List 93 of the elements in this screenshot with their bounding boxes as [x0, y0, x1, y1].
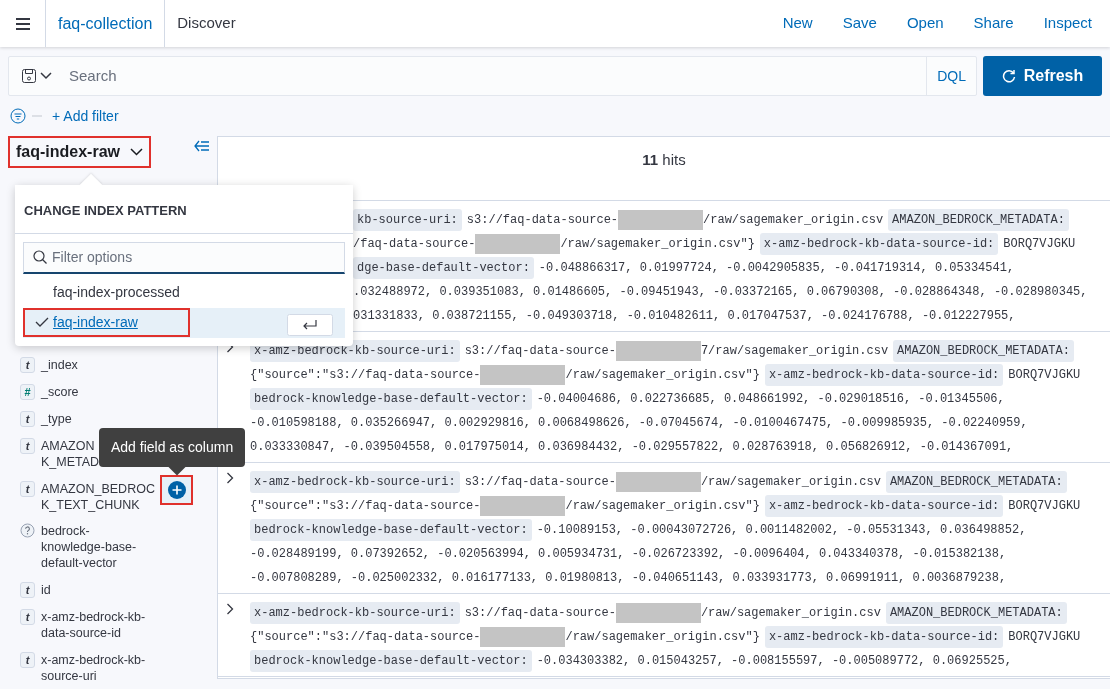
index-pattern-picker[interactable]: faq-index-raw: [8, 136, 151, 168]
add-filter-link[interactable]: + Add filter: [52, 105, 119, 127]
menu-link[interactable]: Share: [973, 12, 1014, 35]
search-icon: [32, 249, 48, 265]
hits-count: 11 hits: [642, 150, 686, 170]
field-value: -0.010598188, 0.035266947, 0.002929816, 0.0068498626, -0.07045674, -0.0100467475, -0.009985935, -0.02240959,: [250, 415, 1028, 432]
menu-icon[interactable]: [14, 16, 31, 31]
field-label: AMAZON_BEDROCK_METADATA:: [888, 209, 1069, 231]
index-pattern-option[interactable]: faq-index-raw: [23, 308, 190, 337]
index-pattern-option[interactable]: faq-index-processed: [23, 278, 232, 307]
refresh-button[interactable]: Refresh: [983, 56, 1102, 96]
chevron-icon: [39, 72, 52, 80]
field-label: AMAZON_BEDROCK_METADATA:: [885, 471, 1067, 493]
menu-link[interactable]: Open: [906, 12, 944, 35]
field-value: -0.007808289, -0.025002332, 0.016177133, 0.01980813, -0.040651143, 0.033931773, 0.06991911, 0.0036879238,: [250, 570, 1007, 587]
check-icon: [35, 316, 49, 327]
filter-icon[interactable]: [10, 108, 26, 124]
filter-field[interactable]: Filter options: [23, 241, 345, 274]
field-type-badge: t: [20, 608, 35, 625]
language-button[interactable]: DQL: [926, 57, 976, 95]
field-type-badge: t: [20, 410, 35, 427]
field-type-badge: t: [20, 651, 35, 668]
field-value: {"source":"s3://faq-data-source-: [250, 498, 481, 515]
field-value: s3://faq-data-source-: [466, 212, 619, 229]
field-value: s3://faq-data-source-: [464, 605, 616, 622]
field-label: bedrock-knowledge-base-default-vector:: [250, 519, 532, 541]
breadcrumb-link[interactable]: faq-collection: [46, 0, 166, 47]
menu-link[interactable]: Save: [842, 12, 877, 35]
chevron-icon: [130, 148, 143, 156]
field-value: /raw/sagemaker_origin.csv"}: [565, 367, 760, 384]
field-value: /faq-data-source-: [353, 236, 476, 253]
field-label: dge-base-default-vector:: [353, 257, 534, 279]
field-label: x-amz-bedrock-kb-source-uri:: [250, 602, 460, 624]
field-value: BORQ7VJGKU: [1008, 367, 1081, 384]
field-value: 7/raw/sagemaker_origin.csv: [700, 343, 889, 360]
field-value: -0.028489199, 0.07392652, -0.020563994, 0.005934731, -0.026723392, -0.0096404, 0.043340378, -0.015382138,: [250, 546, 1007, 563]
field-type-badge: t: [20, 357, 35, 374]
field-label: x-amz-bedrock-kb-data-source-id:: [764, 364, 1004, 386]
popover-title: CHANGE INDEX PATTERN: [15, 185, 353, 234]
add-column-button[interactable]: [160, 475, 193, 506]
field-value: BORQ7VJGKU: [1008, 629, 1081, 646]
field-value: 031331833, 0.038721155, -0.049303718, -0.010482611, 0.017047537, -0.024176788, -0.012227955,: [353, 308, 1016, 325]
field-label: x-amz-bedrock-kb-data-source-id:: [764, 626, 1004, 648]
field-value: /raw/sagemaker_origin.csv"}: [560, 236, 755, 253]
field-name[interactable]: x-amz-bedrock-kb- data-source-id: [41, 608, 163, 641]
field-label: bedrock-knowledge-base-default-vector:: [250, 650, 532, 672]
field-type-badge: #: [20, 384, 35, 401]
field-value: /raw/sagemaker_origin.csv"}: [565, 629, 760, 646]
field-label: AMAZON_BEDROCK_METADATA:: [885, 602, 1067, 624]
field-label: bedrock-knowledge-base-default-vector:: [250, 388, 532, 410]
field-type-badge: t: [20, 582, 35, 599]
field-name[interactable]: AMAZON_BEDROC K_TEXT_CHUNK: [41, 480, 163, 513]
field-label: x-amz-bedrock-kb-data-source-id:: [764, 495, 1004, 517]
field-label: AMAZON_BEDROCK_METADATA:: [893, 340, 1074, 362]
field-name[interactable]: x-amz-bedrock-kb- source-uri: [41, 651, 163, 684]
field-value: /raw/sagemaker_origin.csv"}: [565, 498, 760, 515]
refresh-icon: [1001, 69, 1016, 83]
field-value: /raw/sagemaker_origin.csv: [703, 212, 884, 229]
field-value: -0.048866317, 0.01997724, -0.0042905835, -0.041719314, 0.05334541,: [538, 260, 1015, 277]
search-field[interactable]: Search DQL: [8, 56, 977, 96]
plus-icon: [167, 481, 186, 500]
enter-key-icon: [287, 313, 333, 336]
filter-field[interactable]: Filter options: [48, 246, 344, 268]
field-name[interactable]: _type: [41, 410, 163, 427]
menu-link[interactable]: Inspect: [1043, 12, 1092, 35]
field-value: -0.04004686, 0.022736685, 0.048661992, -0.029018516, -0.01345506,: [536, 391, 1005, 408]
field-value: {"source":"s3://faq-data-source-: [250, 629, 481, 646]
field-value: s3://faq-data-source-: [464, 343, 616, 360]
field-value: .032488972, 0.039351083, 0.01486605, -0.09451943, -0.03372165, 0.06790308, -0.028864348, -0.028980345,: [353, 284, 1088, 301]
save-icon: [20, 68, 37, 84]
search-field[interactable]: Search: [63, 64, 927, 88]
field-value: 0.033330847, -0.039504558, 0.017975014, 0.036984432, -0.029557822, 0.028763918, 0.056826912, -0.014367091,: [250, 439, 1014, 456]
field-name[interactable]: id: [41, 582, 163, 599]
breadcrumb: Discover: [176, 13, 237, 34]
field-value: {"source":"s3://faq-data-source-: [250, 367, 481, 384]
field-value: s3://faq-data-source-: [464, 474, 616, 491]
field-name[interactable]: _score: [41, 384, 163, 401]
collapse-icon[interactable]: [194, 140, 210, 152]
field-type-badge: t: [20, 437, 35, 454]
field-value: -0.10089153, -0.00043072726, 0.0011482002, -0.05531343, 0.036498852,: [536, 522, 1027, 539]
field-value: BORQ7VJGKU: [1003, 236, 1076, 253]
field-label: x-amz-bedrock-kb-source-uri:: [250, 471, 460, 493]
question-icon: [20, 523, 35, 539]
field-value: /raw/sagemaker_origin.csv: [700, 474, 881, 491]
field-label: x-amz-bedrock-kb-data-source-id:: [759, 233, 999, 255]
field-type-badge: t: [20, 480, 35, 497]
field-label: kb-source-uri:: [353, 209, 462, 231]
field-value: -0.034303382, 0.015043257, -0.008155597, -0.005089772, 0.06925525,: [536, 653, 1012, 670]
field-value: /raw/sagemaker_origin.csv: [700, 605, 881, 622]
field-name[interactable]: _index: [41, 357, 163, 374]
field-value: BORQ7VJGKU: [1008, 498, 1081, 515]
field-name[interactable]: bedrock- knowledge-base- default-vector: [41, 523, 163, 572]
menu-link[interactable]: New: [782, 12, 813, 35]
